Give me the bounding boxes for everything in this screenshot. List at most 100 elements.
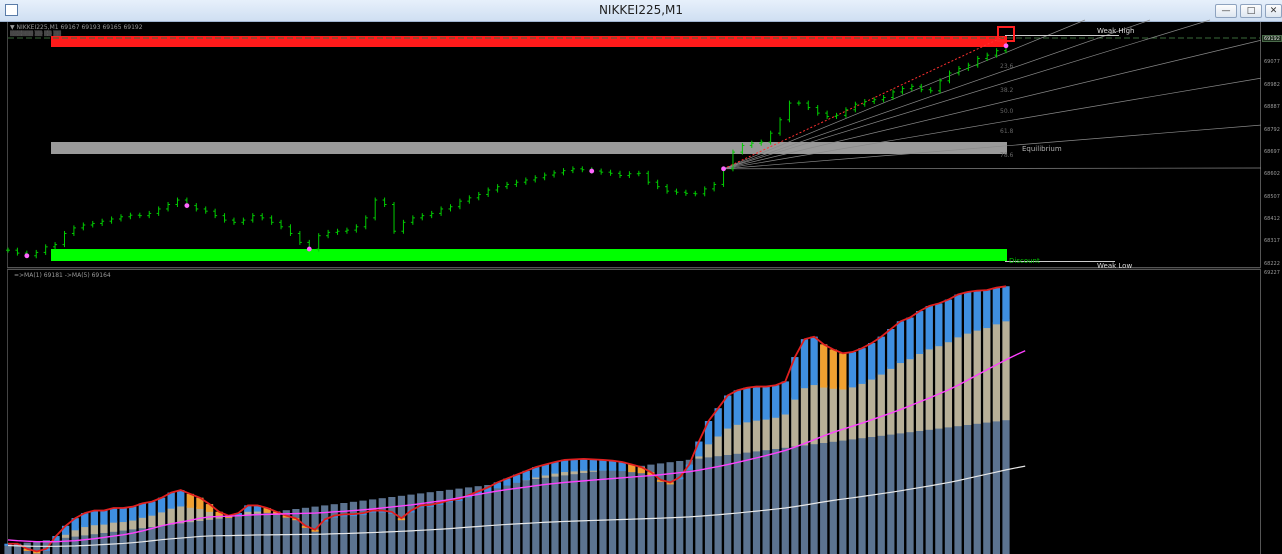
discount-label: Discount: [1009, 257, 1040, 265]
histogram-mid: [704, 442, 713, 458]
histogram-top: [119, 507, 127, 523]
histogram-top: [560, 459, 569, 473]
histogram-top: [109, 507, 118, 523]
histogram-bar: [378, 498, 386, 554]
histogram-top: [848, 352, 857, 388]
price-tick: 68887: [1264, 104, 1280, 110]
indicator-name-info: ▒▒▒▒▒▒ ▒▒ ▒▒ ▒▒: [10, 31, 61, 37]
histogram-mid: [733, 422, 741, 454]
pane-separator[interactable]: [7, 267, 1282, 270]
histogram-top: [887, 329, 895, 369]
histogram-mid: [925, 347, 933, 430]
histogram-top: [129, 506, 137, 521]
histogram-mid: [157, 510, 166, 526]
histogram-top: [896, 321, 905, 364]
symbol-info: ▼ NIKKEI225,M1 69167 69193 69165 69192: [10, 24, 143, 31]
histogram-top: [829, 349, 837, 389]
price-tick: 69077: [1264, 59, 1280, 65]
fib-level-label: 23.6: [1000, 63, 1014, 70]
histogram-mid: [772, 415, 780, 449]
histogram-mid: [868, 377, 876, 437]
fib-level-label: 61.8: [1000, 128, 1014, 135]
histogram-bar: [493, 482, 502, 554]
fib-level-label: 78.6: [1000, 152, 1014, 159]
histogram-bar: [522, 470, 530, 554]
histogram-top: [839, 353, 847, 390]
histogram-top: [954, 294, 962, 338]
weak-low-label: Weak Low: [1097, 262, 1133, 270]
histogram-top: [772, 385, 780, 418]
histogram-mid: [810, 383, 818, 445]
histogram-bar: [397, 495, 406, 554]
histogram-bar: [599, 459, 607, 554]
histogram-bar: [666, 462, 674, 554]
histogram-mid: [858, 381, 866, 439]
histogram-mid: [906, 357, 914, 433]
histogram-mid: [714, 434, 722, 457]
histogram-bar: [484, 485, 492, 554]
histogram-top: [90, 510, 98, 526]
histogram-bar: [234, 513, 242, 554]
histogram-top: [148, 501, 156, 516]
histogram-mid: [1002, 319, 1010, 421]
histogram-top: [724, 395, 732, 429]
histogram-top: [925, 306, 933, 350]
histogram-top: [992, 287, 1001, 325]
histogram-top: [868, 343, 876, 380]
price-tick: 68222: [1264, 261, 1280, 267]
histogram-bar: [407, 494, 415, 554]
weak-high-label: Weak High: [1097, 27, 1135, 35]
histogram-mid: [800, 386, 809, 446]
histogram-bar: [388, 497, 396, 554]
histogram-bar: [301, 507, 310, 554]
price-axis[interactable]: [1261, 22, 1282, 554]
histogram-top: [551, 461, 559, 474]
histogram-top: [61, 525, 70, 535]
histogram-top: [944, 299, 953, 343]
fib-level-label: 38.2: [1000, 87, 1014, 94]
histogram-bar: [637, 465, 645, 554]
histogram-top: [177, 490, 185, 507]
histogram-top: [935, 303, 943, 347]
histogram-top: [186, 493, 194, 508]
histogram-bar: [359, 500, 367, 554]
histogram-bar: [349, 501, 358, 554]
histogram-bar: [512, 474, 521, 554]
histogram-bar: [369, 499, 377, 554]
histogram-top: [973, 290, 981, 331]
histogram-top: [916, 311, 924, 354]
histogram-mid: [791, 397, 799, 447]
histogram-top: [733, 390, 741, 425]
histogram-top: [157, 497, 166, 513]
price-tick: 68982: [1264, 82, 1280, 88]
histogram: [4, 286, 1010, 554]
histogram-bar: [647, 464, 655, 554]
histogram-top: [906, 317, 914, 360]
histogram-bar: [417, 493, 425, 554]
histogram-mid: [762, 417, 770, 451]
histogram-top: [820, 344, 828, 388]
histogram-top: [570, 459, 578, 472]
histogram-mid: [896, 361, 905, 434]
histogram-top: [608, 460, 617, 471]
weak-high-line: [1005, 35, 1119, 36]
histogram-mid: [983, 326, 991, 423]
histogram-top: [877, 336, 885, 375]
histogram-mid: [177, 504, 185, 524]
histogram-mid: [848, 385, 857, 440]
price-tick: 68412: [1264, 216, 1280, 222]
histogram-mid: [944, 340, 953, 428]
histogram-bar: [618, 461, 626, 554]
histogram-top: [781, 381, 789, 415]
histogram-top: [858, 348, 866, 384]
histogram-mid: [887, 366, 895, 435]
histogram-bar: [273, 511, 281, 554]
histogram-top: [810, 336, 818, 386]
histogram-top: [743, 387, 751, 423]
histogram-bar: [474, 486, 482, 554]
price-tick: 68697: [1264, 149, 1280, 155]
fib-level-label: 50.0: [1000, 108, 1014, 115]
histogram-bar: [608, 460, 617, 554]
histogram-bar: [589, 459, 597, 554]
histogram-top: [964, 291, 972, 334]
